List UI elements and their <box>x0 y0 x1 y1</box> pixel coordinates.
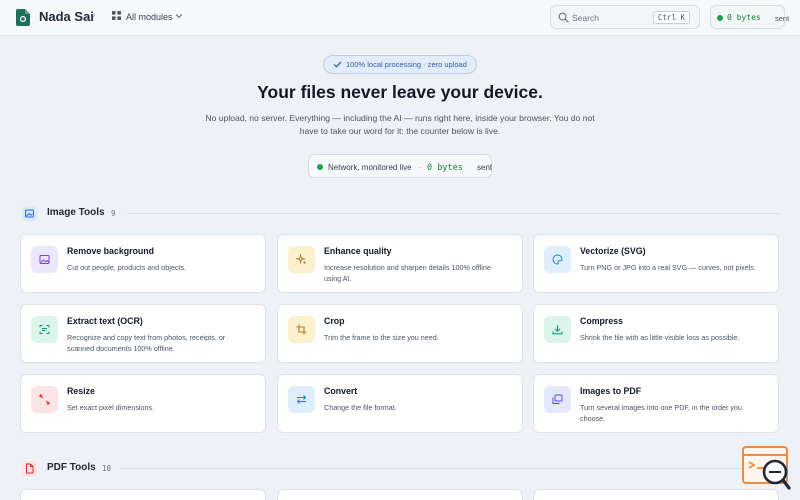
tool-card-title: Enhance quality <box>324 246 392 256</box>
tool-card-crop[interactable]: Crop Trim the frame to the size you need. <box>277 304 523 363</box>
tool-card-description: Turn PNG or JPG into a real SVG — curves… <box>580 263 756 272</box>
bytes-sent-unit: sent <box>477 163 493 172</box>
local-processing-badge: 100% local processing · zero upload <box>323 55 477 74</box>
tool-card-remove-background[interactable]: Remove background Cut out people, product… <box>20 234 266 293</box>
page-subtitle: No upload, no server. Everything — inclu… <box>205 113 595 136</box>
scan-text-icon <box>31 316 58 343</box>
network-monitor-label: Network, monitored live <box>328 163 412 172</box>
tool-card-images-to-pdf[interactable]: Images to PDF Turn several images into on… <box>533 374 779 433</box>
modules-dropdown[interactable]: All modules <box>126 12 173 22</box>
resize-arrows-icon <box>31 386 58 413</box>
tool-card-title: Resize <box>67 386 95 396</box>
brand-name[interactable]: Nada Sai <box>39 9 94 24</box>
tool-card-title: Compress <box>580 316 624 326</box>
tool-card-enhance-quality[interactable]: Enhance quality Increase resolution and s… <box>277 234 523 293</box>
live-status-dot <box>317 164 323 170</box>
tool-card-title: Remove background <box>67 246 155 256</box>
image-tools-title: Image Tools <box>47 207 105 218</box>
tool-card-description: Recognize and copy text from photos, rec… <box>67 333 226 353</box>
pdf-tool-card[interactable] <box>277 489 523 500</box>
top-bar: Nada Sai › All modules Search Ctrl K 0 b… <box>0 0 800 36</box>
badge-text: 100% local processing · zero upload <box>346 60 467 69</box>
pdf-tools-icon <box>22 461 37 476</box>
section-divider <box>127 213 780 214</box>
swap-arrows-icon <box>288 386 315 413</box>
pdf-tools-title: PDF Tools <box>47 462 96 473</box>
separator: · <box>419 163 422 172</box>
search-placeholder: Search <box>572 13 599 23</box>
download-icon <box>544 316 571 343</box>
brand-logo-icon[interactable] <box>16 9 30 26</box>
search-input[interactable]: Search Ctrl K <box>550 5 700 29</box>
tool-card-title: Vectorize (SVG) <box>580 246 646 256</box>
tool-card-description: Change the file format. <box>324 403 397 412</box>
bytes-sent-unit: sent <box>775 13 790 23</box>
tool-card-convert[interactable]: Convert Change the file format. <box>277 374 523 433</box>
bytes-sent-value: 0 bytes <box>727 13 761 22</box>
search-shortcut-key: Ctrl K <box>652 11 690 24</box>
section-divider <box>120 468 780 469</box>
sparkles-icon <box>288 246 315 273</box>
live-status-dot <box>717 15 723 21</box>
tool-card-description: Shrink the file with as little visible l… <box>580 333 740 342</box>
chevron-down-icon[interactable] <box>175 12 183 20</box>
tool-card-extract-text-ocr[interactable]: Extract text (OCR) Recognize and copy tex… <box>20 304 266 363</box>
images-stack-icon <box>544 386 571 413</box>
image-tools-icon <box>22 206 37 221</box>
tool-card-title: Images to PDF <box>580 386 642 396</box>
tool-card-description: Turn several images into one PDF, in the… <box>580 403 742 423</box>
tool-card-description: Cut out people, products and objects. <box>67 263 187 272</box>
grid-icon <box>112 11 121 20</box>
tool-card-description: Increase resolution and sharpen details … <box>324 263 491 283</box>
image-tools-count: 9 <box>111 209 116 218</box>
tool-card-description: Trim the frame to the size you need. <box>324 333 439 342</box>
network-monitor: Network, monitored live · 0 bytes sent <box>308 154 492 178</box>
crop-icon <box>288 316 315 343</box>
floating-search-icon[interactable] <box>740 445 792 493</box>
tool-card-compress[interactable]: Compress Shrink the file with as little v… <box>533 304 779 363</box>
tool-card-resize[interactable]: Resize Set exact pixel dimensions. <box>20 374 266 433</box>
tool-card-title: Convert <box>324 386 358 396</box>
tool-card-description: Set exact pixel dimensions. <box>67 403 155 412</box>
search-icon <box>558 12 569 23</box>
tool-card-title: Crop <box>324 316 345 326</box>
tool-card-title: Extract text (OCR) <box>67 316 143 326</box>
network-counter-badge[interactable]: 0 bytes sent <box>710 5 789 29</box>
check-icon <box>333 61 342 68</box>
tool-card-vectorize-svg[interactable]: Vectorize (SVG) Turn PNG or JPG into a re… <box>533 234 779 293</box>
pdf-tools-count: 10 <box>102 464 112 473</box>
palette-icon <box>544 246 571 273</box>
page-title: Your files never leave your device. <box>257 82 543 102</box>
breadcrumb-separator: › <box>92 10 96 21</box>
image-icon <box>31 246 58 273</box>
pdf-tool-card[interactable] <box>20 489 266 500</box>
bytes-sent-value: 0 bytes <box>427 162 463 173</box>
